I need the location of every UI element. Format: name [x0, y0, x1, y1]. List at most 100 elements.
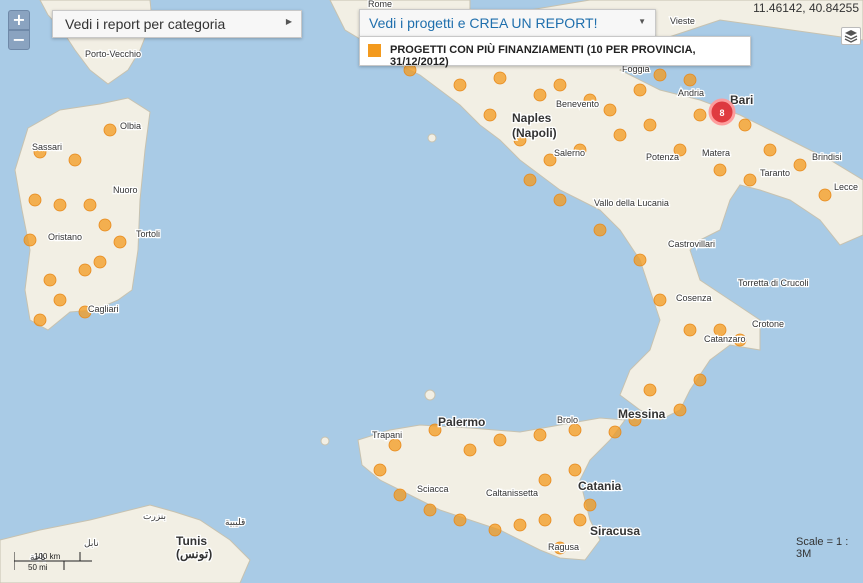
cursor-coordinates: 11.46142, 40.84255 [753, 1, 859, 15]
report-category-dropdown[interactable]: Vedi i report per categoria ▶ [52, 10, 302, 38]
project-marker[interactable] [98, 218, 112, 232]
project-marker[interactable] [653, 68, 667, 82]
project-marker[interactable] [738, 118, 752, 132]
project-marker[interactable] [553, 78, 567, 92]
project-marker[interactable] [568, 463, 582, 477]
place-label: Sassari [32, 142, 62, 152]
place-label: Cagliari [88, 304, 119, 314]
project-marker[interactable] [653, 293, 667, 307]
project-select-label: Vedi i progetti e CREA UN REPORT! [369, 15, 598, 31]
project-marker[interactable] [583, 498, 597, 512]
project-marker[interactable] [373, 463, 387, 477]
project-report-dropdown[interactable]: Vedi i progetti e CREA UN REPORT! ▼ [359, 9, 656, 37]
legend-label: PROGETTI CON PIÙ FINANZIAMENTI (10 PER P… [390, 44, 696, 68]
project-marker[interactable] [743, 173, 757, 187]
project-marker[interactable] [103, 123, 117, 137]
place-label: Naples [512, 111, 552, 125]
project-marker[interactable] [463, 443, 477, 457]
project-marker[interactable] [453, 513, 467, 527]
selected-marker-label: 8 [719, 108, 724, 118]
project-marker[interactable] [113, 235, 127, 249]
layers-icon[interactable] [841, 27, 861, 45]
project-marker[interactable] [568, 423, 582, 437]
project-marker[interactable] [33, 313, 47, 327]
zoom-in-button[interactable]: + [8, 10, 30, 30]
project-marker[interactable] [533, 88, 547, 102]
project-marker[interactable] [633, 253, 647, 267]
place-label: Siracusa [590, 524, 640, 538]
place-label: Catanzaro [704, 334, 746, 344]
project-marker[interactable] [423, 503, 437, 517]
selected-project-marker[interactable]: 8 [708, 98, 736, 126]
place-label: Matera [702, 148, 730, 158]
project-marker[interactable] [573, 513, 587, 527]
place-label: Olbia [120, 121, 141, 131]
project-marker[interactable] [53, 198, 67, 212]
project-marker[interactable] [28, 193, 42, 207]
project-marker[interactable] [513, 518, 527, 532]
place-label: Andria [678, 88, 704, 98]
place-label: Porto-Vecchio [85, 49, 141, 59]
project-marker[interactable] [83, 198, 97, 212]
project-marker[interactable] [793, 158, 807, 172]
project-marker[interactable] [493, 71, 507, 85]
place-label: Taranto [760, 168, 790, 178]
project-marker[interactable] [393, 488, 407, 502]
place-label: Tortoli [136, 229, 160, 239]
project-marker[interactable] [763, 143, 777, 157]
project-marker[interactable] [633, 83, 647, 97]
place-label: Vieste [670, 16, 695, 26]
scale-bar: 100 km 50 mi [14, 552, 92, 572]
project-marker[interactable] [483, 108, 497, 122]
project-marker[interactable] [43, 273, 57, 287]
project-marker[interactable] [488, 523, 502, 537]
project-marker[interactable] [693, 108, 707, 122]
project-marker[interactable] [68, 153, 82, 167]
place-label: قليبية [225, 517, 245, 527]
project-marker[interactable] [453, 78, 467, 92]
project-marker[interactable] [683, 73, 697, 87]
project-marker[interactable] [93, 255, 107, 269]
project-marker[interactable] [538, 473, 552, 487]
project-marker[interactable] [388, 438, 402, 452]
project-marker[interactable] [78, 263, 92, 277]
place-label: Benevento [556, 99, 599, 109]
project-marker[interactable] [608, 425, 622, 439]
report-category-label: Vedi i report per categoria [65, 16, 226, 32]
project-marker[interactable] [493, 433, 507, 447]
chevron-down-icon: ▼ [638, 17, 646, 26]
project-marker[interactable] [673, 403, 687, 417]
project-marker[interactable] [523, 173, 537, 187]
place-label: Lecce [834, 182, 858, 192]
project-marker[interactable] [593, 223, 607, 237]
project-marker[interactable] [643, 118, 657, 132]
place-label: Torretta di Crucoli [738, 278, 809, 288]
project-marker[interactable] [613, 128, 627, 142]
project-marker[interactable] [693, 373, 707, 387]
land-islet [320, 436, 330, 446]
map-canvas[interactable]: RomeViesteFoggiaPorto-VecchioOlbiaSassar… [0, 0, 863, 583]
place-label: Catania [578, 479, 622, 493]
land-islet [427, 133, 437, 143]
scale-label: Scale = 1 : 3M [796, 536, 849, 560]
project-marker[interactable] [683, 323, 697, 337]
project-marker[interactable] [533, 428, 547, 442]
project-marker[interactable] [538, 513, 552, 527]
place-label: (Napoli) [512, 126, 557, 140]
place-label: Brolo [557, 415, 578, 425]
project-marker[interactable] [553, 193, 567, 207]
zoom-out-button[interactable]: − [8, 30, 30, 50]
project-marker[interactable] [818, 188, 832, 202]
project-marker[interactable] [53, 293, 67, 307]
place-label: Palermo [438, 415, 485, 429]
place-label: (تونس) [176, 547, 212, 562]
project-marker[interactable] [643, 383, 657, 397]
place-label: Bari [730, 93, 753, 107]
project-marker[interactable] [603, 103, 617, 117]
project-marker[interactable] [23, 233, 37, 247]
project-marker[interactable] [713, 163, 727, 177]
legend-swatch [368, 44, 381, 57]
place-label: Ragusa [548, 542, 579, 552]
place-label: Salerno [554, 148, 585, 158]
chevron-right-icon: ▶ [285, 17, 292, 26]
